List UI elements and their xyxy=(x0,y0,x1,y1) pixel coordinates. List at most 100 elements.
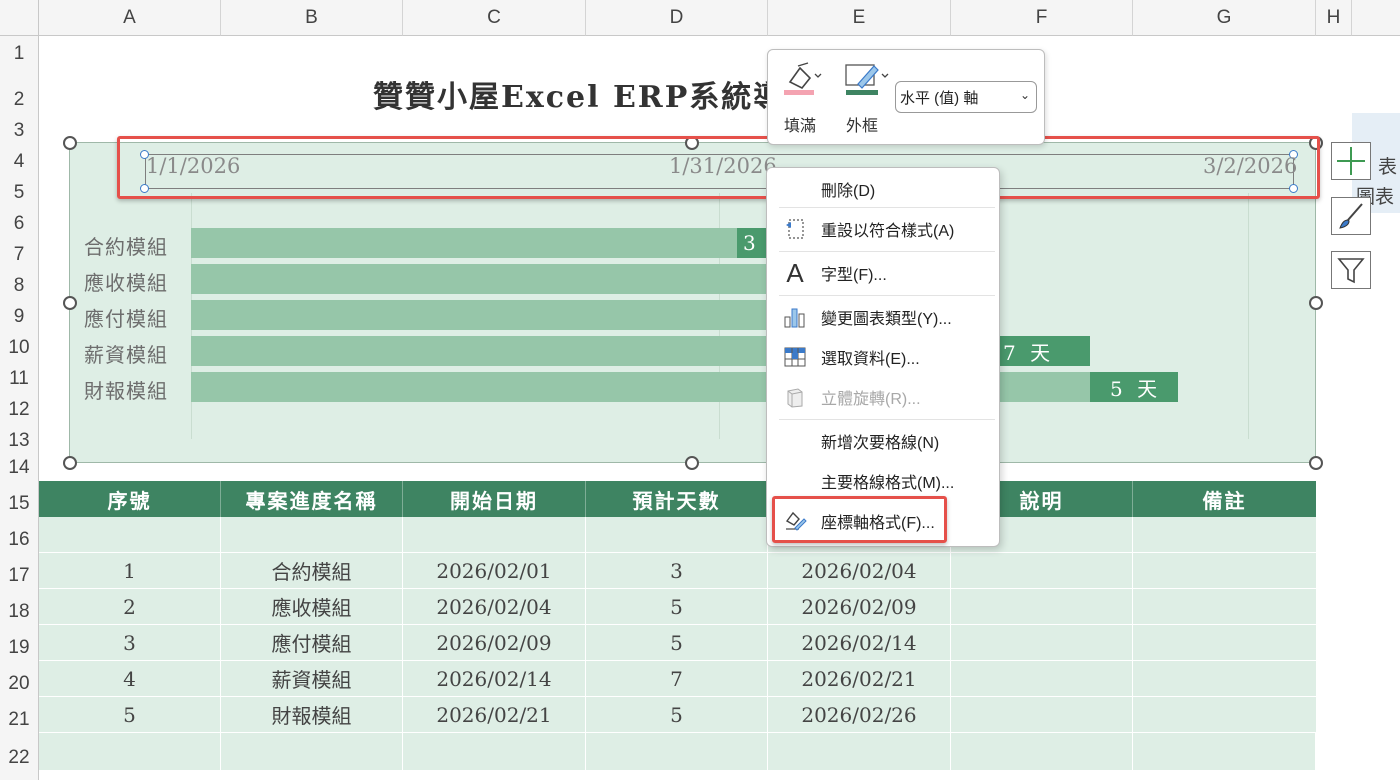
table-cell[interactable]: 4 xyxy=(39,661,221,697)
bar-start[interactable] xyxy=(191,300,791,330)
row-header[interactable]: 12 xyxy=(0,392,39,423)
table-cell[interactable]: 5 xyxy=(586,625,768,661)
column-header-a[interactable]: A xyxy=(39,0,221,36)
table-cell[interactable]: 2026/02/01 xyxy=(403,553,586,589)
menu-item-font[interactable]: A 字型(F)... xyxy=(767,255,999,291)
table-cell[interactable]: 1 xyxy=(39,553,221,589)
menu-item-select-data[interactable]: 選取資料(E)... xyxy=(767,339,999,375)
row-header[interactable]: 9 xyxy=(0,299,39,330)
menu-item-change-chart-type[interactable]: 變更圖表類型(Y)... xyxy=(767,299,999,335)
table-cell[interactable]: 5 xyxy=(586,589,768,625)
table-cell[interactable]: 5 xyxy=(586,697,768,733)
table-cell[interactable]: 3 xyxy=(586,553,768,589)
bar-start[interactable] xyxy=(191,336,791,366)
table-header-cell[interactable]: 開始日期 xyxy=(403,481,586,517)
row-header[interactable]: 2 xyxy=(0,67,39,113)
row-header[interactable]: 3 xyxy=(0,113,39,144)
row-header[interactable]: 8 xyxy=(0,268,39,299)
chart-elements-button[interactable] xyxy=(1331,142,1371,180)
row-header[interactable]: 7 xyxy=(0,237,39,268)
row-header[interactable]: 16 xyxy=(0,517,39,553)
column-header-e[interactable]: E xyxy=(768,0,951,36)
table-cell[interactable] xyxy=(403,517,586,553)
row-header[interactable]: 18 xyxy=(0,589,39,625)
menu-item-3d-rotation[interactable]: 立體旋轉(R)... xyxy=(767,379,999,415)
table-cell[interactable]: 應收模組 xyxy=(221,589,403,625)
table-cell[interactable] xyxy=(951,697,1133,733)
chart-resize-handle[interactable] xyxy=(685,456,699,470)
chart-resize-handle[interactable] xyxy=(63,296,77,310)
menu-item-format-major-gridlines[interactable]: 主要格線格式(M)... xyxy=(767,463,999,499)
table-cell[interactable] xyxy=(221,733,403,771)
table-cell[interactable]: 7 xyxy=(586,661,768,697)
column-header-c[interactable]: C xyxy=(403,0,586,36)
table-cell[interactable]: 2026/02/09 xyxy=(403,625,586,661)
select-all-corner[interactable] xyxy=(0,0,39,36)
chart-filters-button[interactable] xyxy=(1331,251,1371,289)
table-cell[interactable] xyxy=(1133,553,1316,589)
column-header-h[interactable]: H xyxy=(1316,0,1352,36)
table-cell[interactable] xyxy=(951,625,1133,661)
table-cell[interactable] xyxy=(951,661,1133,697)
sheet-title[interactable]: 贊贊小屋Excel ERP系統導 xyxy=(373,72,785,116)
menu-item-add-minor-gridlines[interactable]: 新增次要格線(N) xyxy=(767,423,999,459)
menu-item-delete[interactable]: 刪除(D) xyxy=(767,171,999,207)
column-header-g[interactable]: G xyxy=(1133,0,1316,36)
table-cell[interactable]: 2026/02/26 xyxy=(768,697,951,733)
table-cell[interactable]: 2026/02/04 xyxy=(403,589,586,625)
row-header[interactable]: 15 xyxy=(0,481,39,517)
table-cell[interactable]: 2 xyxy=(39,589,221,625)
row-header[interactable]: 22 xyxy=(0,733,39,771)
menu-item-reset-style[interactable]: 重設以符合樣式(A) xyxy=(767,211,999,247)
table-cell[interactable] xyxy=(1133,661,1316,697)
row-header[interactable]: 10 xyxy=(0,330,39,361)
chart-styles-button[interactable] xyxy=(1331,197,1371,235)
table-cell[interactable] xyxy=(1133,517,1316,553)
table-cell[interactable]: 3 xyxy=(39,625,221,661)
row-header[interactable]: 21 xyxy=(0,697,39,733)
table-cell[interactable] xyxy=(951,733,1133,771)
bar-duration[interactable]: 7 天 xyxy=(997,336,1090,366)
table-cell[interactable] xyxy=(39,517,221,553)
table-cell[interactable]: 應付模組 xyxy=(221,625,403,661)
table-cell[interactable] xyxy=(39,733,221,771)
row-header[interactable]: 14 xyxy=(0,454,39,481)
chart-resize-handle[interactable] xyxy=(1309,456,1323,470)
table-header-cell[interactable]: 備註 xyxy=(1133,481,1316,517)
chart-resize-handle[interactable] xyxy=(63,456,77,470)
table-cell[interactable] xyxy=(221,517,403,553)
column-header-f[interactable]: F xyxy=(951,0,1133,36)
table-header-cell[interactable]: 序號 xyxy=(39,481,221,517)
table-cell[interactable]: 2026/02/09 xyxy=(768,589,951,625)
table-cell[interactable]: 薪資模組 xyxy=(221,661,403,697)
fill-button[interactable]: 填滿 xyxy=(782,58,832,136)
table-cell[interactable] xyxy=(768,733,951,771)
table-cell[interactable] xyxy=(1133,625,1316,661)
table-cell[interactable]: 合約模組 xyxy=(221,553,403,589)
table-cell[interactable]: 2026/02/04 xyxy=(768,553,951,589)
table-cell[interactable] xyxy=(1133,697,1316,733)
table-header-cell[interactable]: 專案進度名稱 xyxy=(221,481,403,517)
row-header[interactable]: 17 xyxy=(0,553,39,589)
column-header-d[interactable]: D xyxy=(586,0,768,36)
row-header[interactable]: 6 xyxy=(0,206,39,237)
table-cell[interactable] xyxy=(951,553,1133,589)
chart-element-select[interactable]: 水平 (值) 軸 ⌄ xyxy=(895,81,1037,113)
bar-start[interactable] xyxy=(191,264,791,294)
table-cell[interactable] xyxy=(586,733,768,771)
chart-resize-handle[interactable] xyxy=(63,136,77,150)
row-header[interactable]: 5 xyxy=(0,175,39,206)
table-cell[interactable]: 5 xyxy=(39,697,221,733)
chart-resize-handle[interactable] xyxy=(1309,296,1323,310)
table-cell[interactable]: 2026/02/21 xyxy=(403,697,586,733)
border-button[interactable]: 外框 xyxy=(844,58,894,136)
table-cell[interactable] xyxy=(1133,733,1316,771)
table-cell[interactable] xyxy=(1133,589,1316,625)
table-cell[interactable] xyxy=(951,589,1133,625)
row-header[interactable]: 1 xyxy=(0,36,39,67)
row-header[interactable]: 4 xyxy=(0,144,39,175)
row-header[interactable]: 11 xyxy=(0,361,39,392)
table-cell[interactable] xyxy=(586,517,768,553)
bar-start[interactable] xyxy=(191,228,737,258)
table-cell[interactable]: 2026/02/14 xyxy=(768,625,951,661)
